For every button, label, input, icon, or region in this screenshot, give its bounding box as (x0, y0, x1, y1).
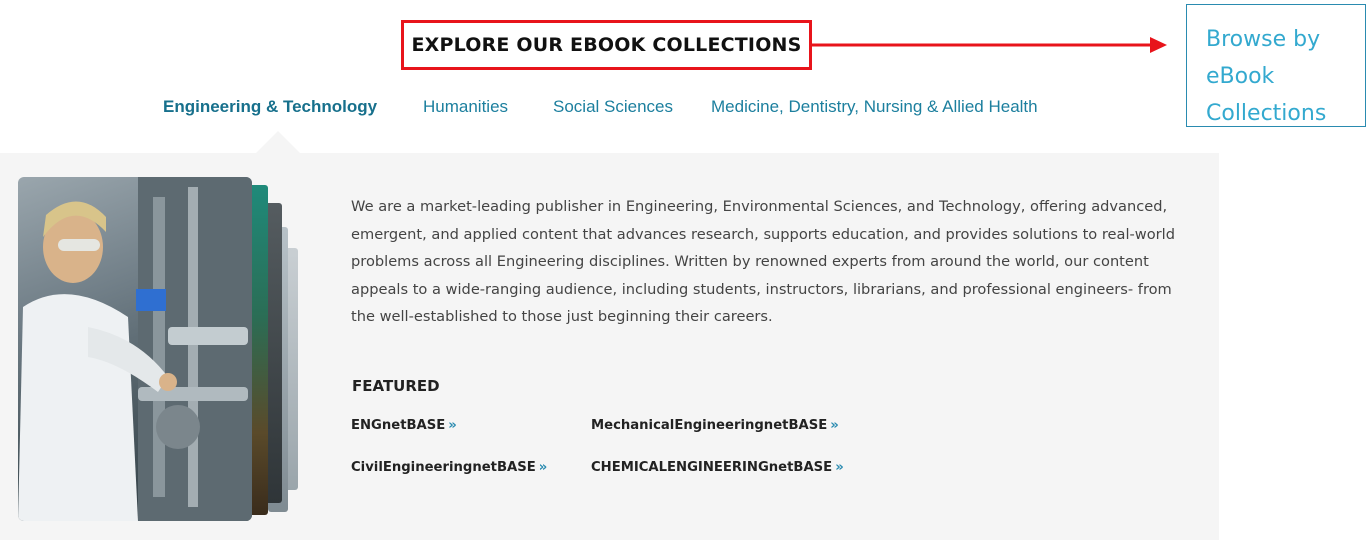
link-civil-engineering-netbase[interactable]: CivilEngineeringnetBASE» (351, 460, 547, 475)
collection-panel: We are a market-leading publisher in Eng… (0, 153, 1219, 540)
tab-medicine[interactable]: Medicine, Dentistry, Nursing & Allied He… (711, 97, 1038, 117)
description-line: emergent, and applied content that advan… (351, 225, 1175, 243)
link-label: MechanicalEngineeringnetBASE (591, 418, 828, 433)
collection-description: We are a market-leading publisher in Eng… (351, 193, 1217, 331)
link-label: CHEMICALENGINEERINGnetBASE (591, 460, 833, 475)
link-mechanical-engineering-netbase[interactable]: MechanicalEngineeringnetBASE» (591, 418, 839, 433)
tab-humanities[interactable]: Humanities (423, 97, 508, 117)
description-line: problems across all Engineering discipli… (351, 253, 1149, 271)
double-chevron-right-icon: » (538, 460, 548, 475)
double-chevron-right-icon: » (830, 418, 839, 433)
tab-social-sciences[interactable]: Social Sciences (553, 97, 673, 117)
link-chemical-engineering-netbase[interactable]: CHEMICALENGINEERINGnetBASE» (591, 460, 844, 475)
heading-highlight-box: EXPLORE OUR EBOOK COLLECTIONS (401, 20, 812, 70)
link-engnetbase[interactable]: ENGnetBASE» (351, 418, 457, 433)
section-heading: EXPLORE OUR EBOOK COLLECTIONS (411, 34, 802, 56)
link-label: CivilEngineeringnetBASE (351, 460, 536, 475)
collection-tabs: Engineering & Technology Humanities Soci… (0, 97, 1369, 127)
description-line: We are a market-leading publisher in Eng… (351, 198, 1168, 215)
tab-engineering-technology[interactable]: Engineering & Technology (163, 97, 377, 117)
link-label: ENGnetBASE (351, 418, 446, 433)
collection-image-stack (18, 177, 318, 527)
double-chevron-right-icon: » (448, 418, 457, 433)
description-line: appeals to a wide-ranging audience, incl… (351, 280, 1172, 298)
annotation-arrow-icon (812, 37, 1167, 53)
engineer-lab-photo (18, 177, 252, 521)
active-tab-pointer (256, 131, 300, 153)
description-line: the well-established to those just begin… (351, 308, 773, 326)
callout-line: eBook (1206, 64, 1275, 89)
callout-line: Browse by (1206, 27, 1321, 52)
featured-heading: FEATURED (352, 377, 440, 395)
double-chevron-right-icon: » (835, 460, 844, 475)
